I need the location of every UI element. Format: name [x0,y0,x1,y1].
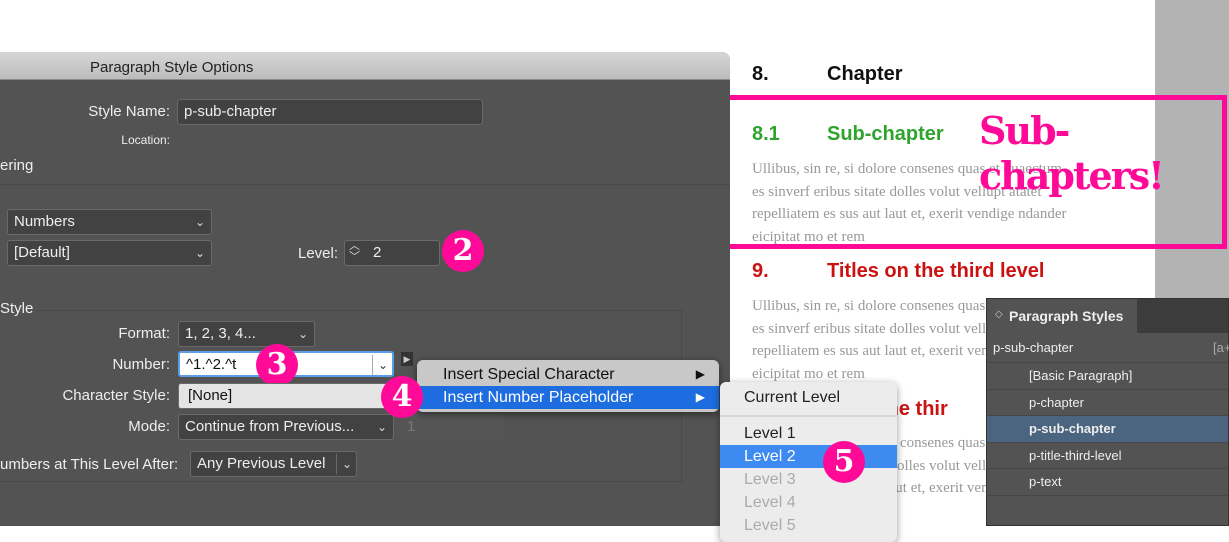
menu-item-insert-number-placeholder[interactable]: Insert Number Placeholder ▶ [417,386,719,409]
current-style: p-sub-chapter [993,340,1074,355]
number-label: Number: [112,356,170,373]
list-value: [Default] [14,244,70,261]
dialog-title: Paragraph Style Options [90,59,254,76]
third-number: 9. [752,260,769,282]
step-badge-2: 2 [442,230,484,272]
submenu-item-level-1[interactable]: Level 1 [720,422,897,445]
list-type-value: Numbers [14,213,75,230]
chapter-title: Chapter [827,63,903,85]
submenu-item-current-level[interactable]: Current Level [720,386,897,409]
panel-title: Paragraph Styles [1009,308,1124,324]
number-value: ^1.^2.^t [186,356,237,373]
submenu-item-level-2[interactable]: Level 2 [720,445,897,468]
menu-item-label: Insert Number Placeholder [443,389,634,406]
annotation-label: Sub-chapters! [979,108,1165,198]
mode-value: Continue from Previous... [185,418,355,435]
panel-tab[interactable]: ◇ Paragraph Styles [987,299,1137,333]
character-style-label: Character Style: [62,387,170,404]
mode-select[interactable]: Continue from Previous... ⌄ [178,414,394,440]
level-label: Level: [298,245,339,262]
chapter-number: 8. [752,63,769,85]
style-item[interactable]: p-title-third-level [987,443,1228,469]
mode-label: Mode: [128,418,170,435]
insert-menu-arrow-icon[interactable]: ▶ [401,352,413,366]
chevron-down-icon: ⌄ [194,246,205,260]
paragraph-styles-panel: ◇ Paragraph Styles p-sub-chapter [a+ [Bas… [986,298,1229,526]
chevron-down-icon[interactable]: ⌄ [371,355,388,375]
submenu-arrow-icon: ▶ [695,390,705,404]
style-item-selected[interactable]: p-sub-chapter [987,416,1228,443]
current-style-row: p-sub-chapter [a+ [987,333,1229,363]
chevron-down-icon: ⌄ [297,327,308,341]
format-value: 1, 2, 3, 4... [185,325,256,342]
mode-start-input[interactable]: 1 [400,414,503,440]
level-stepper[interactable]: ︿ ﹀ 2 [344,240,440,266]
format-select[interactable]: 1, 2, 3, 4... ⌄ [178,321,315,347]
step-badge-3: 3 [256,344,298,386]
section-heading-style: Style [0,300,38,317]
restart-label: umbers at This Level After: [0,456,179,473]
step-badge-5: 5 [823,441,865,483]
chevron-down-icon: ⌄ [376,420,387,434]
style-name-label: Style Name: [88,103,170,120]
character-style-select[interactable]: [None] [178,383,394,409]
style-item[interactable]: p-text [987,469,1228,496]
style-name-input[interactable]: p-sub-chapter [177,99,483,125]
panel-header: ◇ Paragraph Styles [987,299,1228,333]
list-select[interactable]: [Default] ⌄ [7,240,212,266]
submenu-item-level-4: Level 4 [744,494,796,511]
menu-item-label: Insert Special Character [443,366,615,383]
submenu-arrow-icon: ▶ [695,367,705,381]
style-item[interactable]: [Basic Paragraph] [987,363,1228,390]
stepper-arrows-icon[interactable]: ︿ ﹀ [349,241,360,263]
menu-item-insert-special-character[interactable]: Insert Special Character ▶ [417,363,719,386]
step-badge-4: 4 [381,376,423,418]
collapse-icon[interactable]: ◇ [995,309,1003,320]
chevron-down-icon: ⌄ [335,454,352,474]
section-heading-numbering: ering [0,157,34,174]
restart-value: Any Previous Level [197,455,326,472]
insert-context-menu: Insert Special Character ▶ Insert Number … [417,360,719,412]
submenu-item-level-3: Level 3 [744,471,796,488]
number-placeholder-submenu: Current Level Level 1 Level 2 Level 3 Le… [720,382,897,542]
location-label: Location: [121,133,170,147]
format-label: Format: [118,325,170,342]
paragraph-style-options-dialog: Paragraph Style Options Style Name: p-su… [0,52,730,526]
restart-select[interactable]: Any Previous Level ⌄ [190,451,357,477]
style-item[interactable]: p-chapter [987,390,1228,416]
dialog-titlebar[interactable]: Paragraph Style Options [0,52,730,80]
list-type-select[interactable]: Numbers ⌄ [7,209,212,235]
level-value: 2 [373,244,382,261]
divider [0,184,730,185]
third-title: Titles on the third level [827,260,1045,282]
menu-separator [720,415,897,417]
style-override-indicator: [a+ [1213,340,1229,355]
chevron-down-icon: ⌄ [194,215,205,229]
